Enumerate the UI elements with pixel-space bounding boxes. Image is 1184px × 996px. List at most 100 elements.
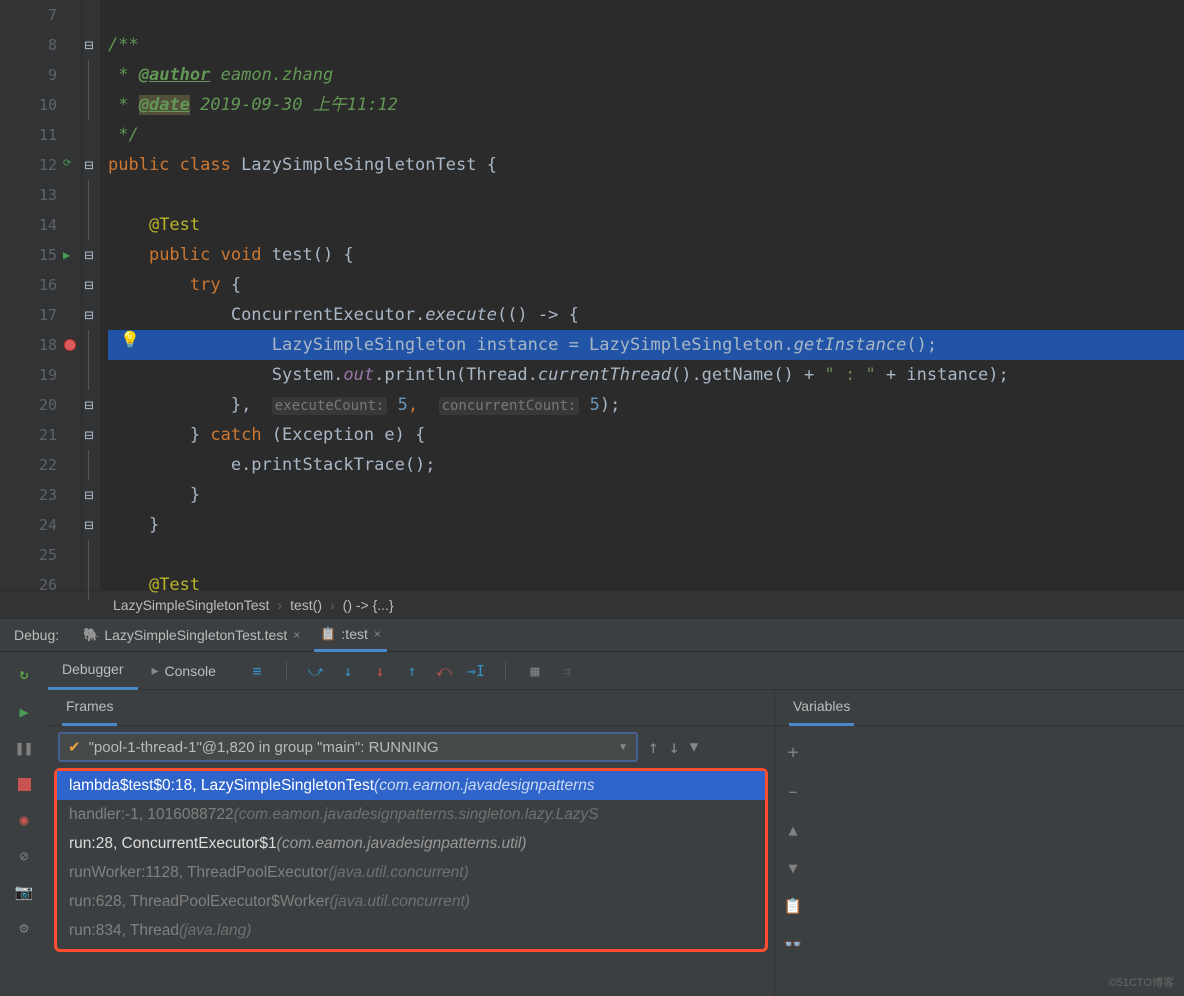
code-text: (() -> { <box>497 305 579 325</box>
down-button[interactable]: ▼ <box>788 859 797 877</box>
annotation: @Test <box>149 575 200 595</box>
remove-watch-button[interactable]: − <box>788 783 797 801</box>
thread-selector[interactable]: ✔ "pool-1-thread-1"@1,820 in group "main… <box>58 732 638 762</box>
settings-button[interactable]: ⚙ <box>10 914 38 942</box>
close-icon[interactable]: × <box>374 627 381 641</box>
frame-item[interactable]: handler:-1, 1016088722 (com.eamon.javade… <box>57 800 765 829</box>
prev-frame-button[interactable]: ↑ <box>648 737 659 758</box>
up-button[interactable]: ▲ <box>788 821 797 839</box>
run-config-tab[interactable]: 🐘 LazySimpleSingletonTest.test × <box>77 619 306 652</box>
line-number: 24 <box>39 516 57 534</box>
annotation: @Test <box>149 215 200 235</box>
doc-tag: @author <box>139 65 211 85</box>
code-text: } <box>149 515 159 535</box>
frame-item[interactable]: runWorker:1128, ThreadPoolExecutor (java… <box>57 858 765 887</box>
fold-marker[interactable]: ⊟ <box>84 280 94 290</box>
rerun-button[interactable]: ↻ <box>10 660 38 688</box>
drop-frame-icon[interactable]: ⤺ <box>435 662 453 680</box>
camera-button[interactable]: 📷 <box>10 878 38 906</box>
frames-tab[interactable]: Frames <box>62 690 117 726</box>
debug-panel: Debug: 🐘 LazySimpleSingletonTest.test × … <box>0 618 1184 996</box>
resume-button[interactable]: ▶ <box>10 698 38 726</box>
copy-button[interactable]: 📋 <box>784 897 803 915</box>
frame-item[interactable]: run:28, ConcurrentExecutor$1 (com.eamon.… <box>57 829 765 858</box>
run-config-tab[interactable]: 📋 :test × <box>314 619 387 652</box>
variables-tab[interactable]: Variables <box>789 690 854 726</box>
fold-marker[interactable]: ⊟ <box>84 490 94 500</box>
stop-button[interactable] <box>10 770 38 798</box>
code-text: .println(Thread. <box>374 365 538 385</box>
line-number: 21 <box>39 426 57 444</box>
line-number: 22 <box>39 456 57 474</box>
next-frame-button[interactable]: ↓ <box>669 737 680 758</box>
view-breakpoints-button[interactable]: ◉ <box>10 806 38 834</box>
line-number: 14 <box>39 216 57 234</box>
filter-button[interactable]: ▼ <box>690 739 698 755</box>
frame-item[interactable]: lambda$test$0:18, LazySimpleSingletonTes… <box>57 771 765 800</box>
line-number: 10 <box>39 96 57 114</box>
override-icon[interactable]: ⟳ <box>63 158 77 172</box>
debug-label: Debug: <box>14 627 59 643</box>
line-number: 12 <box>39 156 57 174</box>
debug-side-actions: ▶ ❚❚ ◉ ⊘ 📷 ⚙ <box>0 690 48 996</box>
step-out-icon[interactable]: ↑ <box>403 662 421 680</box>
code-text: LazySimpleSingleton instance = LazySimpl… <box>272 335 794 355</box>
trace-icon[interactable]: ⇉ <box>558 662 576 680</box>
code-text: + instance); <box>876 365 1009 385</box>
check-icon: ✔ <box>68 738 81 756</box>
fold-marker[interactable]: ⊟ <box>84 40 94 50</box>
threads-icon[interactable]: ≡ <box>248 662 266 680</box>
run-to-cursor-icon[interactable]: →I <box>467 662 485 680</box>
code-text: LazySimpleSingletonTest { <box>241 155 497 175</box>
line-number: 8 <box>48 36 57 54</box>
line-number: 17 <box>39 306 57 324</box>
code-text: } <box>190 425 210 445</box>
add-watch-button[interactable]: + <box>788 742 799 763</box>
pause-button[interactable]: ❚❚ <box>10 734 38 762</box>
line-number: 23 <box>39 486 57 504</box>
code-text: 2019-09-30 上午11:12 <box>190 95 398 115</box>
fold-marker[interactable]: ⊟ <box>84 400 94 410</box>
code-text: 5 <box>579 395 599 415</box>
test-icon: 🐘 <box>83 627 99 643</box>
step-over-icon[interactable]: ⤻ <box>307 662 325 680</box>
line-number: 20 <box>39 396 57 414</box>
code-text: try <box>190 275 221 295</box>
fold-marker[interactable]: ⊟ <box>84 520 94 530</box>
run-icon[interactable]: ▶ <box>63 248 77 262</box>
mute-breakpoints-button[interactable]: ⊘ <box>10 842 38 870</box>
evaluate-icon[interactable]: ▦ <box>526 662 544 680</box>
frame-item[interactable]: run:834, Thread (java.lang) <box>57 916 765 945</box>
code-area[interactable]: /** * @author eamon.zhang * @date 2019-0… <box>100 0 1184 590</box>
code-text: getInstance <box>794 335 907 355</box>
step-into-icon[interactable]: ↓ <box>339 662 357 680</box>
fold-marker[interactable]: ⊟ <box>84 250 94 260</box>
code-text: System. <box>272 365 344 385</box>
breakpoint-icon[interactable] <box>64 339 76 351</box>
debug-toolbar: ↻ Debugger ▸Console ≡ ⤻ ↓ ↓ ↑ ⤺ →I ▦ ⇉ <box>0 652 1184 690</box>
code-text: */ <box>108 125 139 145</box>
glasses-button[interactable]: 👓 <box>784 935 803 953</box>
line-number: 26 <box>39 576 57 594</box>
variables-panel: Variables + − ▲ ▼ 📋 👓 <box>774 690 1184 996</box>
code-text: currentThread <box>538 365 671 385</box>
intention-bulb-icon[interactable]: 💡 <box>120 330 140 349</box>
fold-marker[interactable]: ⊟ <box>84 310 94 320</box>
close-icon[interactable]: × <box>293 628 300 642</box>
debug-tabs: Debug: 🐘 LazySimpleSingletonTest.test × … <box>0 619 1184 652</box>
force-step-into-icon[interactable]: ↓ <box>371 662 389 680</box>
fold-marker[interactable]: ⊟ <box>84 160 94 170</box>
code-text: public void <box>149 245 272 265</box>
fold-marker[interactable]: ⊟ <box>84 430 94 440</box>
frames-list: lambda$test$0:18, LazySimpleSingletonTes… <box>54 768 768 952</box>
watermark: ©51CTO博客 <box>1109 974 1174 990</box>
code-text: e.printStackTrace(); <box>231 455 436 475</box>
code-text: eamon.zhang <box>210 65 333 85</box>
code-text: (); <box>906 335 937 355</box>
console-tab[interactable]: ▸Console <box>138 652 230 690</box>
code-text: (Exception e) { <box>262 425 426 445</box>
code-text: , <box>408 395 439 415</box>
line-number: 15 <box>39 246 57 264</box>
frame-item[interactable]: run:628, ThreadPoolExecutor$Worker (java… <box>57 887 765 916</box>
debugger-tab[interactable]: Debugger <box>48 652 138 690</box>
